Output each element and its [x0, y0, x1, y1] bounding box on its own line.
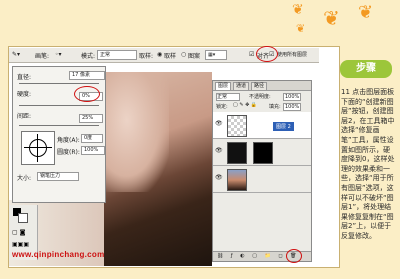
roundness-input[interactable]: 100%	[81, 146, 105, 155]
lock-icons[interactable]: ▢ ✎ ✥ 🔒	[233, 102, 257, 108]
layer-mask-thumbnail	[253, 142, 273, 164]
sample-radio-pattern[interactable]: ○	[181, 51, 186, 58]
sample-label: 取样:	[139, 53, 154, 60]
aligned-checkbox[interactable]: ☑	[249, 51, 254, 58]
butterfly-icon: ❦	[358, 2, 374, 23]
size-select[interactable]: 钢笔压力	[37, 172, 79, 181]
butterfly-icon: ❦	[292, 2, 304, 18]
angle-label: 角度(A):	[57, 137, 80, 144]
butterfly-icon: ❦	[323, 6, 340, 30]
size-label: 大小:	[17, 175, 32, 182]
roundness-label: 圆度(R):	[57, 149, 80, 156]
mode-select[interactable]: 正常	[97, 50, 137, 60]
lock-label: 锁定:	[216, 104, 228, 110]
highlight-circle	[74, 86, 100, 102]
blend-mode-select[interactable]: 正常	[216, 93, 240, 101]
eye-icon[interactable]: 👁	[215, 121, 223, 127]
layer-thumbnail	[227, 142, 247, 164]
all-layers-label: 使用所有图层	[277, 52, 308, 58]
brush-tool-icon[interactable]: ✎▾	[12, 51, 20, 58]
brush-shape-circle	[29, 139, 47, 157]
sample-option-1: 取样	[164, 53, 177, 60]
highlight-circle	[256, 46, 278, 62]
diameter-slider[interactable]	[19, 83, 99, 84]
pattern-select[interactable]: ▦▾	[205, 50, 227, 60]
opacity-input[interactable]: 100%	[283, 93, 302, 101]
tab-layers[interactable]: 图层	[215, 82, 232, 91]
sample-option-2: 图案	[188, 53, 201, 60]
layer-row[interactable]: 👁	[213, 166, 311, 193]
screen-mode-icon[interactable]: ▣▣▣	[12, 241, 32, 249]
background-color-swatch[interactable]	[18, 213, 28, 223]
layers-panel: 图层 通道 路径 正常 不透明度: 100% 锁定: ▢ ✎ ✥ 🔒 填充: 1…	[212, 80, 312, 262]
butterfly-icon: ❦	[296, 22, 306, 35]
tab-paths[interactable]: 路径	[251, 82, 268, 91]
sample-radio-source[interactable]: ◉	[157, 51, 162, 58]
spacing-slider[interactable]	[19, 125, 99, 126]
hardness-slider[interactable]	[19, 105, 99, 106]
fill-label: 填充:	[269, 104, 281, 110]
layer-thumbnail	[227, 115, 247, 137]
layer-row[interactable]: 👁	[213, 139, 311, 166]
diameter-label: 直径:	[17, 74, 32, 81]
fill-input[interactable]: 100%	[283, 103, 302, 111]
highlight-circle	[286, 249, 302, 263]
brush-axis-v	[37, 134, 38, 162]
brush-axis-h	[24, 147, 52, 148]
mode-label: 模式:	[81, 53, 96, 60]
quickmask-icon[interactable]: ▢ ◙	[12, 229, 32, 237]
eye-icon[interactable]: 👁	[215, 175, 223, 181]
photo-skin-area	[104, 72, 169, 192]
spacing-label: 间距:	[17, 113, 32, 120]
tab-channels[interactable]: 通道	[233, 82, 250, 91]
brush-preset-icon[interactable]: ◦▾	[55, 51, 62, 58]
layer-name[interactable]: 图层 2	[273, 122, 294, 131]
step-badge: 步骤	[340, 60, 392, 78]
diameter-input[interactable]: 17 像素	[69, 71, 105, 80]
angle-input[interactable]: 0度	[81, 134, 103, 143]
layers-panel-header: 图层 通道 路径	[213, 81, 311, 91]
step-description: 11 点击图层面板下面的“创建新图层”按钮，创建图层2，在工具箱中选择“修复画笔…	[341, 88, 395, 240]
opacity-label: 不透明度:	[249, 94, 271, 100]
brush-label: 画笔:	[35, 53, 50, 60]
eye-icon[interactable]: 👁	[215, 148, 223, 154]
brush-angle-preview[interactable]	[21, 131, 55, 165]
spacing-input[interactable]: 25%	[79, 114, 103, 123]
layer-thumbnail	[227, 169, 247, 191]
layer-row[interactable]: 👁 图层 2	[213, 112, 311, 139]
watermark-url: www.qinpinchang.com	[12, 250, 105, 259]
hardness-label: 硬度:	[17, 91, 32, 98]
